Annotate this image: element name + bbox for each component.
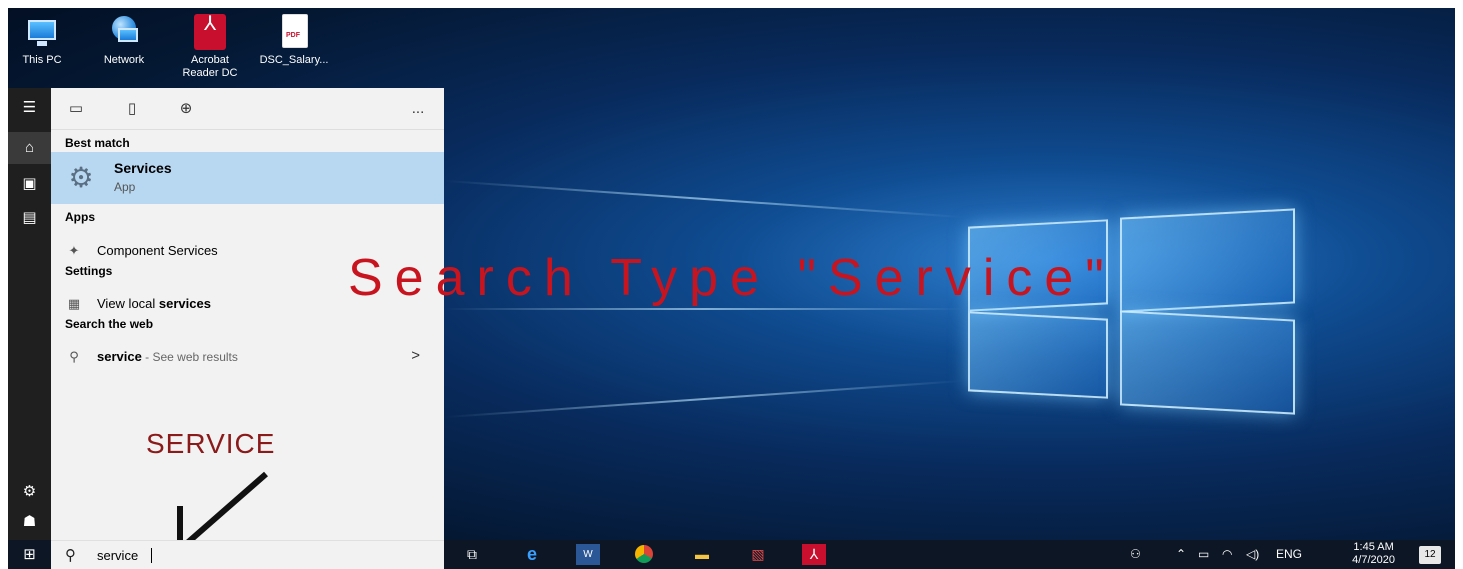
documents-filter-icon[interactable]: ▯: [121, 98, 143, 120]
best-match-title: Services: [114, 160, 172, 176]
desktop-icon-network[interactable]: Network: [84, 14, 164, 67]
chevron-right-icon[interactable]: >: [411, 347, 420, 364]
clock-date: 4/7/2020: [1352, 554, 1395, 566]
task-view-icon[interactable]: ⧉: [460, 544, 484, 565]
clock[interactable]: 1:45 AM 4/7/2020: [1352, 541, 1395, 567]
search-input[interactable]: service: [97, 548, 138, 563]
windows-start-icon[interactable]: ⊞: [8, 540, 51, 569]
chrome-icon[interactable]: [632, 544, 656, 565]
desktop-icon-label: This PC: [22, 54, 62, 66]
result-web-search[interactable]: ⚲ service - See web results >: [51, 344, 444, 370]
clock-time: 1:45 AM: [1353, 541, 1394, 553]
photos-icon[interactable]: ▧: [746, 544, 770, 565]
acrobat-icon[interactable]: ⅄: [802, 544, 826, 565]
wifi-icon[interactable]: ◠: [1222, 540, 1232, 569]
search-icon: ⚲: [69, 349, 79, 364]
apps-heading: Apps: [65, 210, 95, 224]
best-match-subtitle: App: [114, 180, 136, 194]
edge-icon[interactable]: e: [520, 544, 544, 565]
home-icon[interactable]: ⌂: [8, 132, 51, 164]
language-indicator[interactable]: ENG: [1276, 540, 1302, 569]
component-services-icon: ✦: [68, 243, 80, 258]
word-icon[interactable]: W: [576, 544, 600, 565]
start-menu-rail: ☰ ⌂ ▣ ▤ ⚙ ☗: [8, 88, 51, 540]
search-filter-bar: ▭ ▯ ⊕ ...: [51, 88, 444, 130]
desktop-icon-this-pc[interactable]: This PC: [8, 14, 82, 67]
best-match-heading: Best match: [65, 136, 130, 150]
search-icon: ⚲: [65, 547, 76, 564]
result-label: service - See web results: [97, 349, 238, 364]
result-label: Component Services: [97, 243, 218, 258]
user-icon[interactable]: ☗: [8, 506, 51, 538]
desktop: This PC Network ⅄ Acrobat Reader DC PDF …: [8, 8, 1455, 569]
search-results-panel: ▭ ▯ ⊕ ... Best match ⚙ Services App Apps…: [51, 88, 444, 551]
desktop-icon-label: Network: [103, 54, 145, 66]
notification-center-icon[interactable]: 12: [1419, 546, 1441, 564]
settings-heading: Settings: [65, 264, 113, 278]
documents-icon[interactable]: ▣: [8, 168, 51, 200]
annotation-service-label: SERVICE: [146, 428, 276, 459]
more-options-button[interactable]: ...: [407, 98, 429, 120]
web-filter-icon[interactable]: ⊕: [175, 98, 197, 120]
people-icon[interactable]: ⚇: [1130, 540, 1141, 569]
volume-icon[interactable]: ◁): [1246, 540, 1259, 569]
chevron-up-icon[interactable]: ⌃: [1176, 540, 1186, 569]
desktop-icon-label: Acrobat Reader DC: [182, 54, 238, 79]
search-box[interactable]: ⚲ service: [51, 540, 444, 569]
desktop-icon-label: DSC_Salary...: [259, 54, 329, 66]
best-match-services[interactable]: ⚙ Services App: [51, 152, 444, 204]
pdf-file-icon: PDF: [274, 14, 314, 50]
text-caret: [151, 548, 152, 563]
settings-icon: ▦: [67, 296, 81, 311]
desktop-icon-acrobat[interactable]: ⅄ Acrobat Reader DC: [170, 14, 250, 80]
gear-icon: ⚙: [68, 162, 94, 193]
annotation-headline: Search Type "Service": [348, 249, 1116, 307]
web-heading: Search the web: [65, 317, 154, 331]
apps-filter-icon[interactable]: ▭: [65, 98, 87, 120]
this-pc-icon: [22, 14, 62, 50]
desktop-icon-dsc-salary[interactable]: PDF DSC_Salary...: [254, 14, 334, 67]
hamburger-icon[interactable]: ☰: [8, 92, 51, 124]
settings-icon[interactable]: ⚙: [8, 476, 51, 508]
network-icon: [104, 14, 144, 50]
battery-icon[interactable]: ▭: [1198, 540, 1209, 569]
result-label: View local services: [97, 296, 211, 311]
taskbar: ⊞ ⚲ service ⧉ e W ▬ ▧ ⅄ ⚇ ⌃ ▭ ◠ ◁) ENG 1…: [8, 540, 1455, 569]
apps-icon[interactable]: ▤: [8, 202, 51, 234]
file-explorer-icon[interactable]: ▬: [690, 544, 714, 565]
acrobat-icon: ⅄: [190, 14, 230, 50]
